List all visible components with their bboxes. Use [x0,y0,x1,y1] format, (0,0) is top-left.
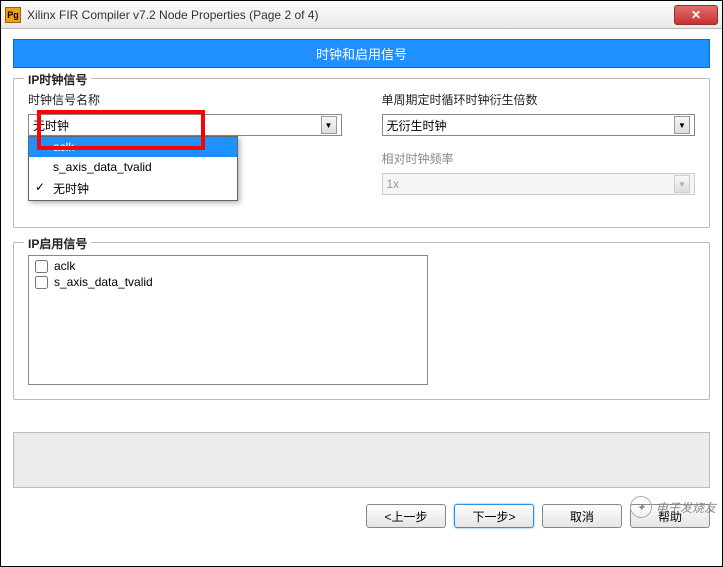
cancel-label: 取消 [570,508,594,525]
checkbox-aclk[interactable] [35,260,48,273]
check-icon: ✓ [35,180,45,194]
help-button[interactable]: 帮助 [630,504,710,528]
enable-signal-listbox[interactable]: aclk s_axis_data_tvalid [28,255,428,385]
dropdown-item-label: s_axis_data_tvalid [53,160,152,174]
clock-name-label: 时钟信号名称 [28,91,342,108]
rel-freq-label: 相对时钟频率 [382,150,696,167]
help-label: 帮助 [658,508,682,525]
clock-name-dropdown: aclk s_axis_data_tvalid ✓ 无时钟 [28,136,238,201]
list-item-label: aclk [54,259,75,273]
prev-button[interactable]: <上一步 [366,504,446,528]
rel-freq-value: 1x [387,177,400,191]
dropdown-item-aclk[interactable]: aclk [29,137,237,157]
chevron-down-icon: ▼ [321,116,337,134]
page-banner: 时钟和启用信号 [13,39,710,68]
clock-name-value: 无时钟 [33,117,69,134]
chevron-down-icon: ▼ [674,175,690,193]
button-row: <上一步 下一步> 取消 帮助 [1,496,722,536]
next-button[interactable]: 下一步> [454,504,534,528]
multiplier-label: 单周期定时循环时钟衍生倍数 [382,91,696,108]
multiplier-select[interactable]: 无衍生时钟 ▼ [382,114,696,136]
section-legend-clock: IP时钟信号 [24,71,91,88]
ip-enable-signal-section: IP启用信号 aclk s_axis_data_tvalid [13,242,710,400]
dropdown-item-label: 无时钟 [53,182,89,196]
list-item[interactable]: s_axis_data_tvalid [31,274,425,290]
dropdown-item-noclock[interactable]: ✓ 无时钟 [29,177,237,200]
ip-clock-signal-section: IP时钟信号 时钟信号名称 无时钟 ▼ aclk s_axis_data_tva… [13,78,710,228]
close-button[interactable]: ✕ [674,5,718,25]
multiplier-value: 无衍生时钟 [387,117,447,134]
dropdown-item-label: aclk [53,140,74,154]
titlebar: Pg Xilinx FIR Compiler v7.2 Node Propert… [1,1,722,29]
checkbox-tvalid[interactable] [35,276,48,289]
chevron-down-icon: ▼ [674,116,690,134]
clock-name-select[interactable]: 无时钟 ▼ [28,114,342,136]
close-icon: ✕ [691,8,701,22]
dropdown-item-tvalid[interactable]: s_axis_data_tvalid [29,157,237,177]
list-item-label: s_axis_data_tvalid [54,275,153,289]
prev-label: <上一步 [384,508,427,525]
window-title: Xilinx FIR Compiler v7.2 Node Properties… [27,8,674,22]
app-icon: Pg [5,7,21,23]
next-label: 下一步> [472,508,515,525]
list-item[interactable]: aclk [31,258,425,274]
rel-freq-field: 1x ▼ [382,173,696,195]
cancel-button[interactable]: 取消 [542,504,622,528]
description-panel [13,432,710,488]
section-legend-enable: IP启用信号 [24,235,91,252]
